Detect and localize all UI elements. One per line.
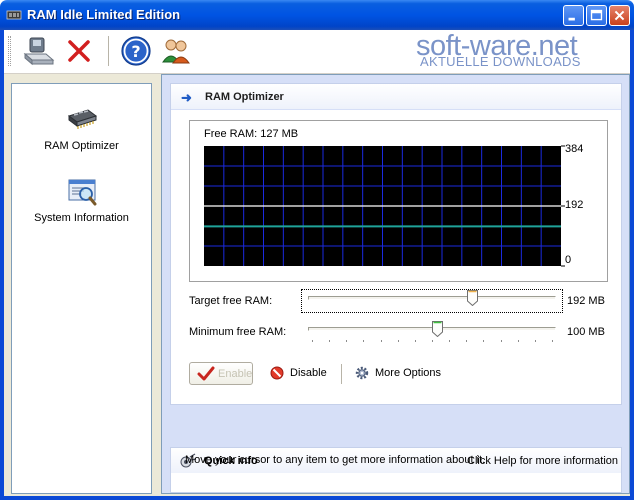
graph-tick-mid: 192 <box>565 199 584 211</box>
users-icon <box>162 39 190 64</box>
slider-tick <box>517 340 519 342</box>
gear-icon <box>355 366 369 380</box>
drive-settings-icon <box>23 37 55 66</box>
toolbar-grip[interactable] <box>8 36 11 66</box>
maximize-icon <box>590 9 603 21</box>
close-button[interactable] <box>609 5 630 26</box>
slider-tick <box>534 340 536 342</box>
delete-button[interactable] <box>62 34 96 68</box>
disable-icon <box>270 366 284 380</box>
slider-tick <box>449 340 451 342</box>
ram-graph <box>204 145 565 267</box>
maximize-button[interactable] <box>586 5 607 26</box>
help-icon: ? <box>121 36 151 66</box>
slider-tick <box>483 340 485 342</box>
slider-tick <box>380 340 382 342</box>
users-button[interactable] <box>159 34 193 68</box>
enable-button-label: Enable <box>218 368 253 380</box>
ram-chip-icon <box>67 109 98 129</box>
button-separator <box>341 364 342 384</box>
sidebar-item-label: System Information <box>34 212 129 224</box>
more-options-button[interactable]: More Options <box>355 362 445 385</box>
watermark: soft-ware.net AKTUELLE DOWNLOADS <box>416 30 626 74</box>
minimum-slider-thumb[interactable] <box>431 321 443 337</box>
sidebar-item-ram-optimizer[interactable]: RAM Optimizer <box>12 104 151 170</box>
arrow-right-icon: ➜ <box>181 90 192 105</box>
graph-tick-min: 0 <box>565 254 572 266</box>
slider-tick <box>329 340 331 342</box>
slider-tick <box>500 340 502 342</box>
app-ram-icon <box>6 10 22 20</box>
slider-tick <box>346 340 348 342</box>
slider-tick <box>432 340 433 342</box>
slider-tick <box>363 340 365 342</box>
enable-button[interactable]: Enable <box>189 362 253 385</box>
help-button[interactable]: ? <box>119 34 153 68</box>
slider-tick <box>414 340 416 342</box>
title-bar[interactable]: RAM Idle Limited Edition <box>0 0 634 30</box>
quick-info-help-hint: Click Help for more information <box>467 455 618 467</box>
target-free-ram-label: Target free RAM: <box>189 295 273 307</box>
close-icon <box>614 10 625 21</box>
minimize-icon <box>568 17 575 21</box>
watermark-subtitle: AKTUELLE DOWNLOADS <box>420 54 581 69</box>
disable-button[interactable]: Disable <box>270 362 340 385</box>
checkmark-icon <box>197 366 215 381</box>
target-slider-focus <box>301 289 563 313</box>
close-x-icon <box>68 40 90 62</box>
window-frame: ? soft-ware.net AKTUELLE DOWNLOADS RAM O… <box>0 30 634 500</box>
target-free-ram-value: 192 MB <box>567 295 605 307</box>
slider-tick <box>312 340 313 342</box>
window-title: RAM Idle Limited Edition <box>27 7 181 22</box>
drive-settings-button[interactable] <box>22 34 56 68</box>
minimum-free-ram-value: 100 MB <box>567 326 605 338</box>
quick-info-message: Move your cursor to any item to get more… <box>185 454 486 466</box>
section-title: RAM Optimizer <box>205 91 284 103</box>
target-slider-track[interactable] <box>308 296 556 300</box>
slider-tick <box>466 340 468 342</box>
toolbar-separator <box>108 36 110 66</box>
ram-optimizer-card: ➜ RAM Optimizer Free RAM: 127 MB 384 192… <box>170 83 622 405</box>
window-client-area: ? soft-ware.net AKTUELLE DOWNLOADS RAM O… <box>4 30 630 496</box>
minimum-free-ram-label: Minimum free RAM: <box>189 326 287 338</box>
ram-graph-panel: Free RAM: 127 MB 384 192 0 <box>189 120 608 282</box>
sidebar-item-system-information[interactable]: System Information <box>12 176 151 242</box>
svg-text:?: ? <box>131 42 140 61</box>
sidebar-item-label: RAM Optimizer <box>44 140 119 152</box>
disable-button-label: Disable <box>290 367 327 379</box>
graph-tick-max: 384 <box>565 143 584 155</box>
slider-tick <box>552 340 553 342</box>
ram-optimizer-header: ➜ RAM Optimizer <box>171 84 621 110</box>
system-info-icon <box>68 179 97 206</box>
toolbar: ? soft-ware.net AKTUELLE DOWNLOADS <box>4 30 630 74</box>
slider-tick <box>397 340 399 342</box>
sidebar: RAM Optimizer System Information <box>11 83 152 494</box>
more-options-button-label: More Options <box>375 367 442 379</box>
main-panel: ➜ RAM Optimizer Free RAM: 127 MB 384 192… <box>161 74 630 494</box>
minimize-button[interactable] <box>563 5 584 26</box>
target-slider-thumb[interactable] <box>466 290 478 306</box>
